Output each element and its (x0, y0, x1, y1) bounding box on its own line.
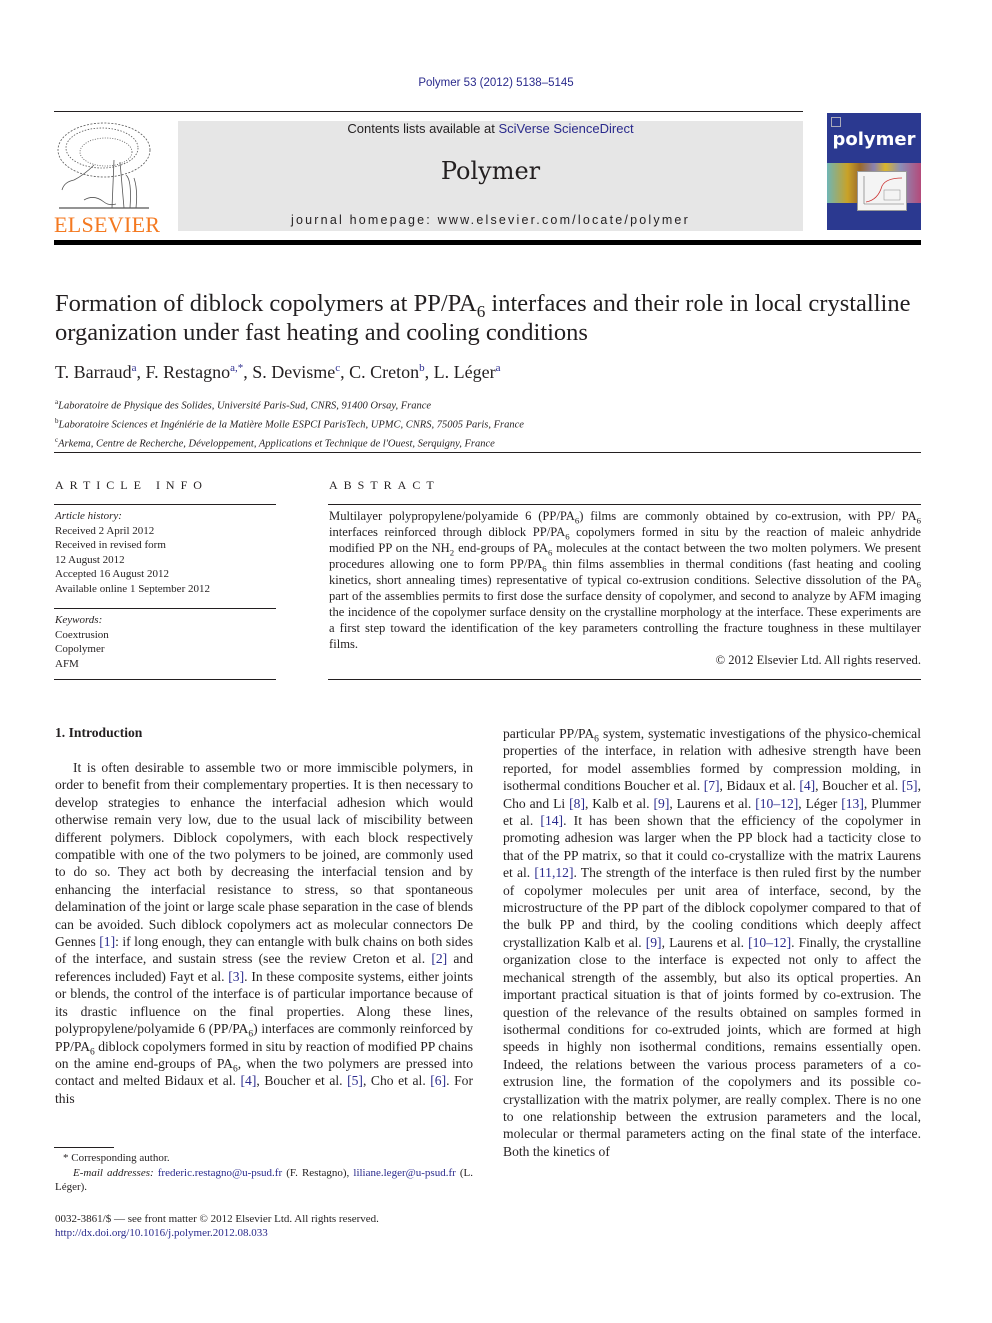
intro-paragraph-continued: particular PP/PA6 system, systematic inv… (503, 726, 922, 1159)
history-item: Received in revised form (55, 539, 166, 551)
email-link[interactable]: frederic.restagno@u-psud.fr (158, 1167, 282, 1179)
elsevier-wordmark: ELSEVIER (54, 212, 161, 237)
cover-chart-icon (857, 171, 907, 211)
reference-link[interactable]: [8] (569, 796, 585, 811)
journal-name: Polymer (440, 157, 541, 185)
elsevier-tree-icon (57, 122, 151, 209)
abstract-divider (328, 504, 921, 505)
history-item: Accepted 16 August 2012 (55, 568, 169, 580)
reference-link[interactable]: [3] (228, 969, 244, 984)
abstract-heading: ABSTRACT (329, 478, 440, 492)
journal-citation[interactable]: Polymer 53 (2012) 5138–5145 (0, 77, 992, 89)
abstract-text: Multilayer polypropylene/polyamide 6 (PP… (329, 509, 922, 651)
affiliation: bLaboratoire Sciences et Ingéniérie de l… (55, 417, 524, 431)
reference-link[interactable]: [10–12] (748, 935, 791, 950)
reference-link[interactable]: [4] (241, 1073, 257, 1088)
author[interactable]: L. Léger (434, 362, 496, 382)
reference-link[interactable]: [5] (347, 1073, 363, 1088)
reference-link[interactable]: [7] (704, 778, 720, 793)
author[interactable]: S. Devisme (252, 362, 335, 382)
history-item: Received 2 April 2012 (55, 524, 155, 537)
corresponding-author-note: * Corresponding author. (63, 1152, 170, 1164)
email-link[interactable]: liliane.leger@u-psud.fr (353, 1167, 455, 1179)
elsevier-logo[interactable]: ELSEVIER (54, 120, 161, 237)
reference-link[interactable]: [9] (654, 796, 670, 811)
journal-homepage[interactable]: journal homepage: www.elsevier.com/locat… (178, 213, 803, 227)
reference-link[interactable]: [14] (540, 813, 563, 828)
abstract-copyright: © 2012 Elsevier Ltd. All rights reserved… (715, 653, 921, 667)
keyword[interactable]: Coextrusion (55, 628, 109, 643)
reference-link[interactable]: [11,12] (534, 865, 573, 880)
cover-title: polymer (832, 129, 916, 150)
author-affil-marker[interactable]: b (419, 362, 425, 374)
reference-link[interactable]: [2] (431, 951, 447, 966)
keywords-divider (54, 608, 276, 609)
article-history: Article history: Received 2 April 2012 R… (55, 510, 210, 595)
footnotes: * Corresponding author. E-mail addresses… (55, 1151, 473, 1195)
keywords-end-divider (54, 679, 276, 680)
email-note: E-mail addresses: frederic.restagno@u-ps… (55, 1166, 473, 1194)
author[interactable]: T. Barraud (55, 362, 132, 382)
reference-link[interactable]: [5] (902, 778, 918, 793)
abstract-end-divider (328, 679, 921, 680)
author-list: T. Barrauda, F. Restagnoa,*, S. Devismec… (55, 362, 501, 382)
cover-publisher-icon (831, 117, 841, 127)
history-item: 12 August 2012 (55, 553, 125, 566)
journal-cover[interactable]: polymer (827, 113, 921, 230)
author-affil-marker[interactable]: a,* (230, 362, 243, 374)
reference-link[interactable]: [13] (841, 796, 864, 811)
article-info-divider (54, 504, 276, 505)
issn-line: 0032-3861/$ — see front matter © 2012 El… (55, 1213, 379, 1225)
section-heading-introduction: 1. Introduction (55, 725, 143, 740)
header-divider (54, 111, 803, 112)
author-affil-marker[interactable]: a (132, 362, 137, 374)
contents-line: Contents lists available at SciVerse Sci… (347, 121, 634, 136)
article-info-heading: ARTICLE INFO (55, 478, 208, 492)
affil-divider (54, 452, 921, 453)
author-affil-marker[interactable]: c (335, 362, 340, 374)
intro-paragraph: It is often desirable to assemble two or… (55, 760, 474, 1106)
keyword[interactable]: Copolymer (55, 642, 109, 657)
journal-banner: Contents lists available at SciVerse Sci… (178, 121, 803, 231)
reference-link[interactable]: [9] (646, 935, 662, 950)
history-item: Available online 1 September 2012 (55, 582, 210, 595)
affiliations: aLaboratoire de Physique des Solides, Un… (55, 395, 524, 452)
reference-link[interactable]: [6] (430, 1073, 446, 1088)
doi-link[interactable]: http://dx.doi.org/10.1016/j.polymer.2012… (55, 1226, 268, 1241)
keywords: Keywords: Coextrusion Copolymer AFM (55, 614, 109, 672)
author[interactable]: F. Restagno (146, 362, 231, 382)
reference-link[interactable]: [1] (99, 934, 115, 949)
author-affil-marker[interactable]: a (496, 362, 501, 374)
reference-link[interactable]: [4] (799, 778, 815, 793)
keyword[interactable]: AFM (55, 657, 109, 672)
header-thick-divider (54, 240, 921, 245)
article-title: Formation of diblock copolymers at PP/PA… (55, 290, 911, 346)
affiliation: cArkema, Centre de Recherche, Développem… (55, 436, 495, 450)
reference-link[interactable]: [10–12] (755, 796, 798, 811)
sciencedirect-link[interactable]: SciVerse ScienceDirect (498, 121, 633, 136)
affiliation: aLaboratoire de Physique des Solides, Un… (55, 398, 432, 412)
author[interactable]: C. Creton (349, 362, 419, 382)
footnote-divider (54, 1147, 114, 1148)
